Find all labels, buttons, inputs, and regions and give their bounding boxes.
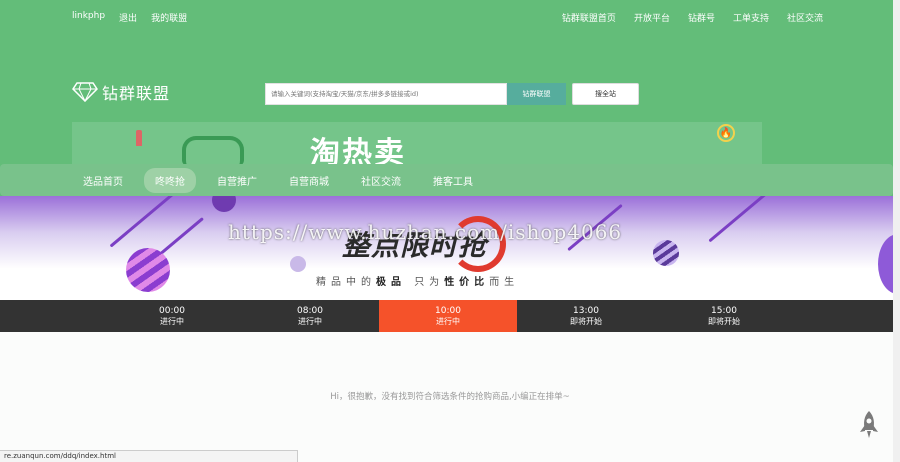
nav-item-dongdong-grab[interactable]: 咚咚抢 (144, 167, 196, 193)
hero-banner: 整点限时抢 精品中的极品 只为性价比而生 https://www.huzhan.… (0, 196, 893, 300)
slot-state: 即将开始 (708, 316, 740, 326)
decor-ball (878, 234, 893, 294)
status-bar-url: re.zuanqun.com/ddq/index.html (0, 450, 298, 462)
decor-ball (290, 256, 306, 272)
time-slot-active[interactable]: 10:00 进行中 (379, 300, 517, 332)
username-link[interactable]: linkphp (72, 11, 105, 24)
header: linkphp 退出 我的联盟 钻群联盟首页 开放平台 钻群号 工单支持 社区交… (0, 0, 893, 196)
top-bar-left: linkphp 退出 我的联盟 (72, 11, 187, 24)
time-slot[interactable]: 00:00 进行中 (103, 300, 241, 332)
search-input[interactable] (265, 83, 507, 105)
shirt-icon (182, 136, 244, 166)
watermark-text: https://www.huzhan.com/ishop4066 (228, 220, 623, 244)
nav-item-selection-home[interactable]: 选品首页 (72, 168, 134, 193)
nav-item-self-mall[interactable]: 自营商城 (278, 168, 340, 193)
time-slot[interactable]: 08:00 进行中 (241, 300, 379, 332)
hero-subtitle: 精品中的极品 只为性价比而生 (316, 273, 519, 288)
slot-time: 15:00 (711, 305, 737, 316)
page: linkphp 退出 我的联盟 钻群联盟首页 开放平台 钻群号 工单支持 社区交… (0, 0, 900, 462)
slot-time: 08:00 (297, 305, 323, 316)
my-alliance-link[interactable]: 我的联盟 (151, 11, 187, 24)
time-slot-bar: 00:00 进行中 08:00 进行中 10:00 进行中 13:00 即将开始… (0, 300, 893, 332)
slot-time: 10:00 (435, 305, 461, 316)
subtitle-part: 而生 (489, 277, 520, 288)
lipstick-icon (136, 130, 142, 146)
empty-state-message: Hi，很抱歉，没有找到符合筛选条件的抢购商品,小编正在排单~ (330, 392, 570, 402)
community-link[interactable]: 社区交流 (787, 11, 823, 24)
subtitle-part: 精品中的 (316, 277, 376, 288)
open-platform-link[interactable]: 开放平台 (634, 11, 670, 24)
decor-ball (653, 240, 679, 266)
search-bar: 钻群联盟 搜全站 (265, 83, 639, 105)
zuanqun-id-link[interactable]: 钻群号 (688, 11, 715, 24)
diamond-icon (72, 82, 98, 102)
decor-stripe (109, 196, 181, 248)
slot-state: 进行中 (298, 316, 322, 326)
slot-time: 13:00 (573, 305, 599, 316)
slot-state: 即将开始 (570, 316, 602, 326)
subtitle-part: 只为 (414, 277, 445, 288)
ticket-support-link[interactable]: 工单支持 (733, 11, 769, 24)
top-bar: linkphp 退出 我的联盟 钻群联盟首页 开放平台 钻群号 工单支持 社区交… (0, 0, 893, 32)
nav-item-community[interactable]: 社区交流 (350, 168, 412, 193)
slot-time: 00:00 (159, 305, 185, 316)
brand-name: 钻群联盟 (102, 84, 171, 103)
vertical-scrollbar[interactable] (893, 0, 900, 462)
decor-ball (126, 248, 170, 292)
decor-stripe (708, 196, 772, 243)
decor-ball (212, 196, 236, 212)
main-nav: 选品首页 咚咚抢 自营推广 自营商城 社区交流 推客工具 (0, 164, 893, 196)
slot-state: 进行中 (160, 316, 184, 326)
fire-icon: 🔥 (717, 124, 735, 142)
nav-item-promoter-tools[interactable]: 推客工具 (422, 168, 484, 193)
home-link[interactable]: 钻群联盟首页 (562, 11, 616, 24)
logout-link[interactable]: 退出 (119, 11, 137, 24)
subtitle-highlight: 性价比 (444, 277, 490, 288)
time-slot[interactable]: 13:00 即将开始 (517, 300, 655, 332)
search-all-button[interactable]: 搜全站 (572, 83, 639, 105)
time-slot[interactable]: 15:00 即将开始 (655, 300, 793, 332)
logo[interactable]: 钻群联盟 (72, 80, 170, 104)
decor-stripe (156, 217, 204, 258)
back-to-top-rocket-icon[interactable] (858, 410, 880, 440)
top-bar-right: 钻群联盟首页 开放平台 钻群号 工单支持 社区交流 (562, 11, 823, 24)
search-alliance-button[interactable]: 钻群联盟 (507, 83, 566, 105)
nav-item-self-promotion[interactable]: 自营推广 (206, 168, 268, 193)
slot-state: 进行中 (436, 316, 460, 326)
subtitle-highlight: 极品 (376, 277, 406, 288)
